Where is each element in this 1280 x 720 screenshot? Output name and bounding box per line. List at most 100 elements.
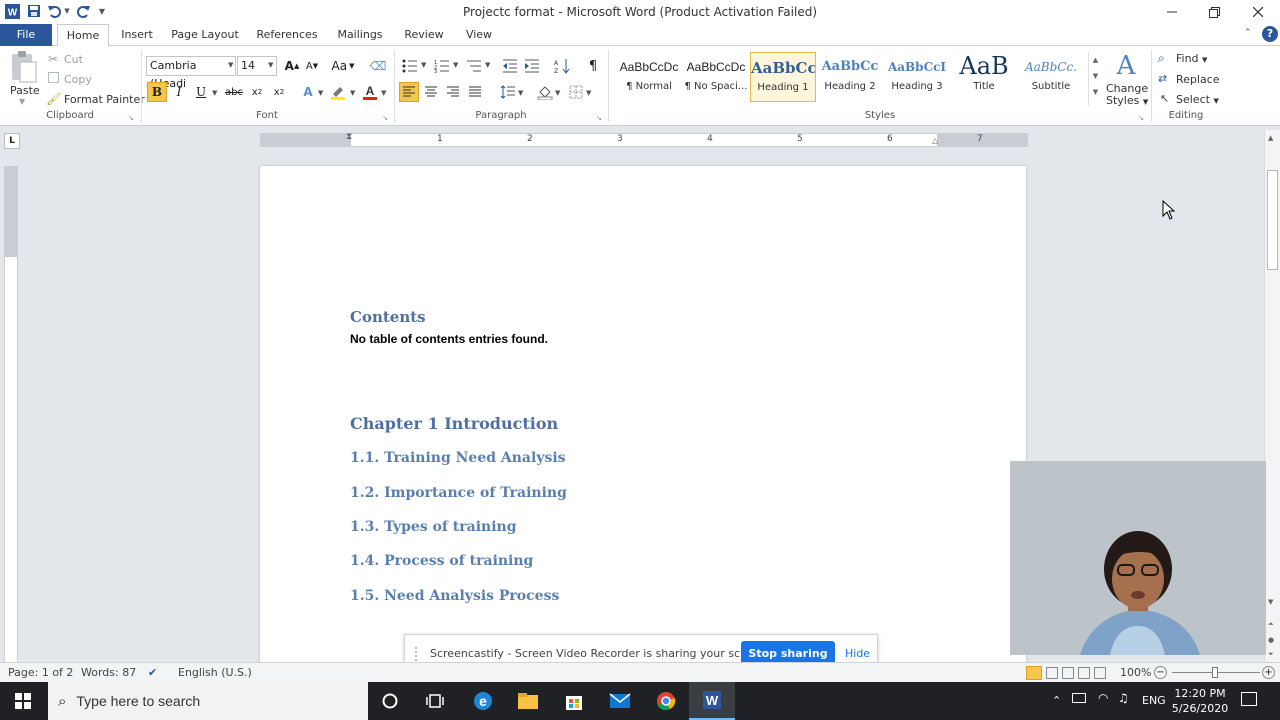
bullets-icon[interactable] <box>400 56 420 76</box>
highlight-icon[interactable] <box>328 82 348 102</box>
paste-button[interactable]: Paste <box>10 84 40 97</box>
italic-button[interactable]: I <box>169 82 189 102</box>
paragraph-launcher-icon[interactable]: ↘ <box>596 114 602 122</box>
undo-dropdown-icon[interactable]: ▼ <box>62 3 72 19</box>
taskbar-search-box[interactable]: ⌕ Type here to search <box>48 682 368 720</box>
tab-review[interactable]: Review <box>396 24 452 46</box>
font-size-dropdown-icon[interactable]: ▼ <box>268 61 273 69</box>
store-icon[interactable] <box>551 682 597 720</box>
windows-start-icon[interactable] <box>0 682 46 720</box>
align-center-button[interactable] <box>421 82 441 102</box>
redo-icon[interactable] <box>76 3 92 19</box>
volume-icon[interactable]: ♫ <box>1118 691 1129 705</box>
zoom-slider-thumb[interactable] <box>1212 667 1218 678</box>
tab-view[interactable]: View <box>456 24 502 46</box>
scroll-thumb[interactable] <box>1267 170 1278 270</box>
bold-button[interactable]: B <box>147 82 167 102</box>
word-count[interactable]: Words: 87 <box>81 663 136 683</box>
change-case-button[interactable]: Aa ▼ <box>330 56 356 76</box>
show-hidden-icons[interactable]: ⌃ <box>1052 694 1061 707</box>
numbering-dropdown-icon[interactable]: ▼ <box>453 61 458 69</box>
close-button[interactable] <box>1236 0 1280 24</box>
select-button[interactable]: Select ▼ <box>1176 93 1219 106</box>
line-spacing-dropdown-icon[interactable]: ▼ <box>518 89 523 97</box>
page-count[interactable]: Page: 1 of 2 <box>8 663 73 683</box>
tab-mailings[interactable]: Mailings <box>330 24 390 46</box>
indent-marker-icon[interactable]: ⧗ <box>346 132 352 142</box>
mail-icon[interactable] <box>597 682 643 720</box>
document-page[interactable]: Contents No table of contents entries fo… <box>260 166 1026 666</box>
highlight-dropdown-icon[interactable]: ▼ <box>350 89 355 97</box>
language-indicator[interactable]: ENG <box>1142 694 1166 707</box>
vertical-scrollbar[interactable]: ▲ ▼ ⏶ ● ⏷ <box>1264 130 1280 664</box>
decrease-indent-icon[interactable] <box>500 56 520 76</box>
styles-down-icon[interactable]: ▼ <box>1089 68 1102 84</box>
undo-icon[interactable] <box>46 3 62 19</box>
language-status[interactable]: English (U.S.) <box>178 663 252 683</box>
styles-more-icon[interactable]: ▼ <box>1089 84 1102 100</box>
styles-scroll[interactable]: ▲ ▼ ▼ <box>1088 52 1102 106</box>
tab-page-layout[interactable]: Page Layout <box>166 24 244 46</box>
align-left-button[interactable] <box>399 82 419 102</box>
style-heading-3[interactable]: AaBbCcI Heading 3 <box>884 52 950 102</box>
multilevel-list-icon[interactable] <box>464 56 484 76</box>
proofing-icon[interactable]: ✔ <box>148 663 157 683</box>
underline-dropdown-icon[interactable]: ▼ <box>212 89 217 97</box>
superscript-button[interactable]: x2 <box>269 82 289 102</box>
shading-icon[interactable] <box>535 82 555 102</box>
change-styles-icon[interactable]: A <box>1112 50 1140 80</box>
styles-launcher-icon[interactable]: ↘ <box>1138 114 1144 122</box>
font-name-box[interactable]: Cambria (Headi <box>146 56 236 90</box>
borders-icon[interactable] <box>566 82 586 102</box>
underline-button[interactable]: U <box>191 82 211 102</box>
task-view-icon[interactable] <box>412 682 458 720</box>
subscript-button[interactable]: x2 <box>247 82 267 102</box>
outline-icon[interactable] <box>1078 667 1090 679</box>
restore-button[interactable] <box>1192 0 1236 24</box>
zoom-level[interactable]: 100% <box>1120 663 1151 683</box>
file-explorer-icon[interactable] <box>505 682 551 720</box>
help-icon[interactable]: ? <box>1262 26 1278 42</box>
bullets-dropdown-icon[interactable]: ▼ <box>421 61 426 69</box>
toc-message[interactable]: No table of contents entries found. <box>350 332 548 346</box>
word-app-icon[interactable]: W <box>4 3 20 19</box>
right-indent-marker-icon[interactable]: △ <box>932 136 938 145</box>
wifi-icon[interactable]: ◠ <box>1098 691 1108 705</box>
tab-insert[interactable]: Insert <box>112 24 162 46</box>
drag-handle[interactable] <box>415 647 421 661</box>
text-effects-dropdown-icon[interactable]: ▼ <box>318 89 323 97</box>
replace-button[interactable]: Replace <box>1176 73 1220 86</box>
change-styles-button[interactable]: Change Styles ▼ <box>1106 83 1148 108</box>
minimize-button[interactable] <box>1150 0 1194 24</box>
line-spacing-icon[interactable] <box>498 82 518 102</box>
battery-icon[interactable] <box>1072 693 1086 703</box>
justify-button[interactable] <box>465 82 485 102</box>
hide-button[interactable]: Hide <box>845 647 870 660</box>
draft-icon[interactable] <box>1094 667 1106 679</box>
minimize-ribbon-icon[interactable]: ⌃ <box>1244 28 1252 38</box>
scroll-down-icon[interactable]: ▼ <box>1268 598 1273 606</box>
clock[interactable]: 12:20 PM 5/26/2020 <box>1170 686 1230 716</box>
tab-references[interactable]: References <box>250 24 324 46</box>
increase-indent-icon[interactable] <box>522 56 542 76</box>
full-screen-reading-icon[interactable] <box>1046 667 1058 679</box>
section-heading[interactable]: 1.3. Types of training <box>350 519 517 535</box>
clear-formatting-icon[interactable]: ⌫ <box>368 56 388 76</box>
clipboard-launcher-icon[interactable]: ↘ <box>128 114 134 122</box>
chapter-heading[interactable]: Chapter 1 Introduction <box>350 414 558 433</box>
shrink-font-icon[interactable]: A ▼ <box>302 56 322 76</box>
word-taskbar-icon[interactable]: W <box>689 682 735 720</box>
strikethrough-button[interactable]: abc <box>224 82 244 102</box>
style-subtitle[interactable]: AaBbCc. Subtitle <box>1018 52 1084 102</box>
style-no-spacing[interactable]: AaBbCcDc ¶ No Spaci... <box>683 52 749 102</box>
section-heading[interactable]: 1.1. Training Need Analysis <box>350 450 566 466</box>
paste-icon[interactable] <box>8 50 38 86</box>
multilevel-dropdown-icon[interactable]: ▼ <box>485 61 490 69</box>
show-marks-icon[interactable]: ¶ <box>583 56 603 76</box>
align-right-button[interactable] <box>443 82 463 102</box>
font-color-icon[interactable]: A <box>360 82 380 102</box>
browse-object-icon[interactable]: ● <box>1268 636 1274 644</box>
horizontal-ruler[interactable]: 1 2 3 4 5 6 7 ⧗ △ <box>260 132 1028 147</box>
zoom-in-icon[interactable]: + <box>1262 666 1275 679</box>
borders-dropdown-icon[interactable]: ▼ <box>586 89 591 97</box>
